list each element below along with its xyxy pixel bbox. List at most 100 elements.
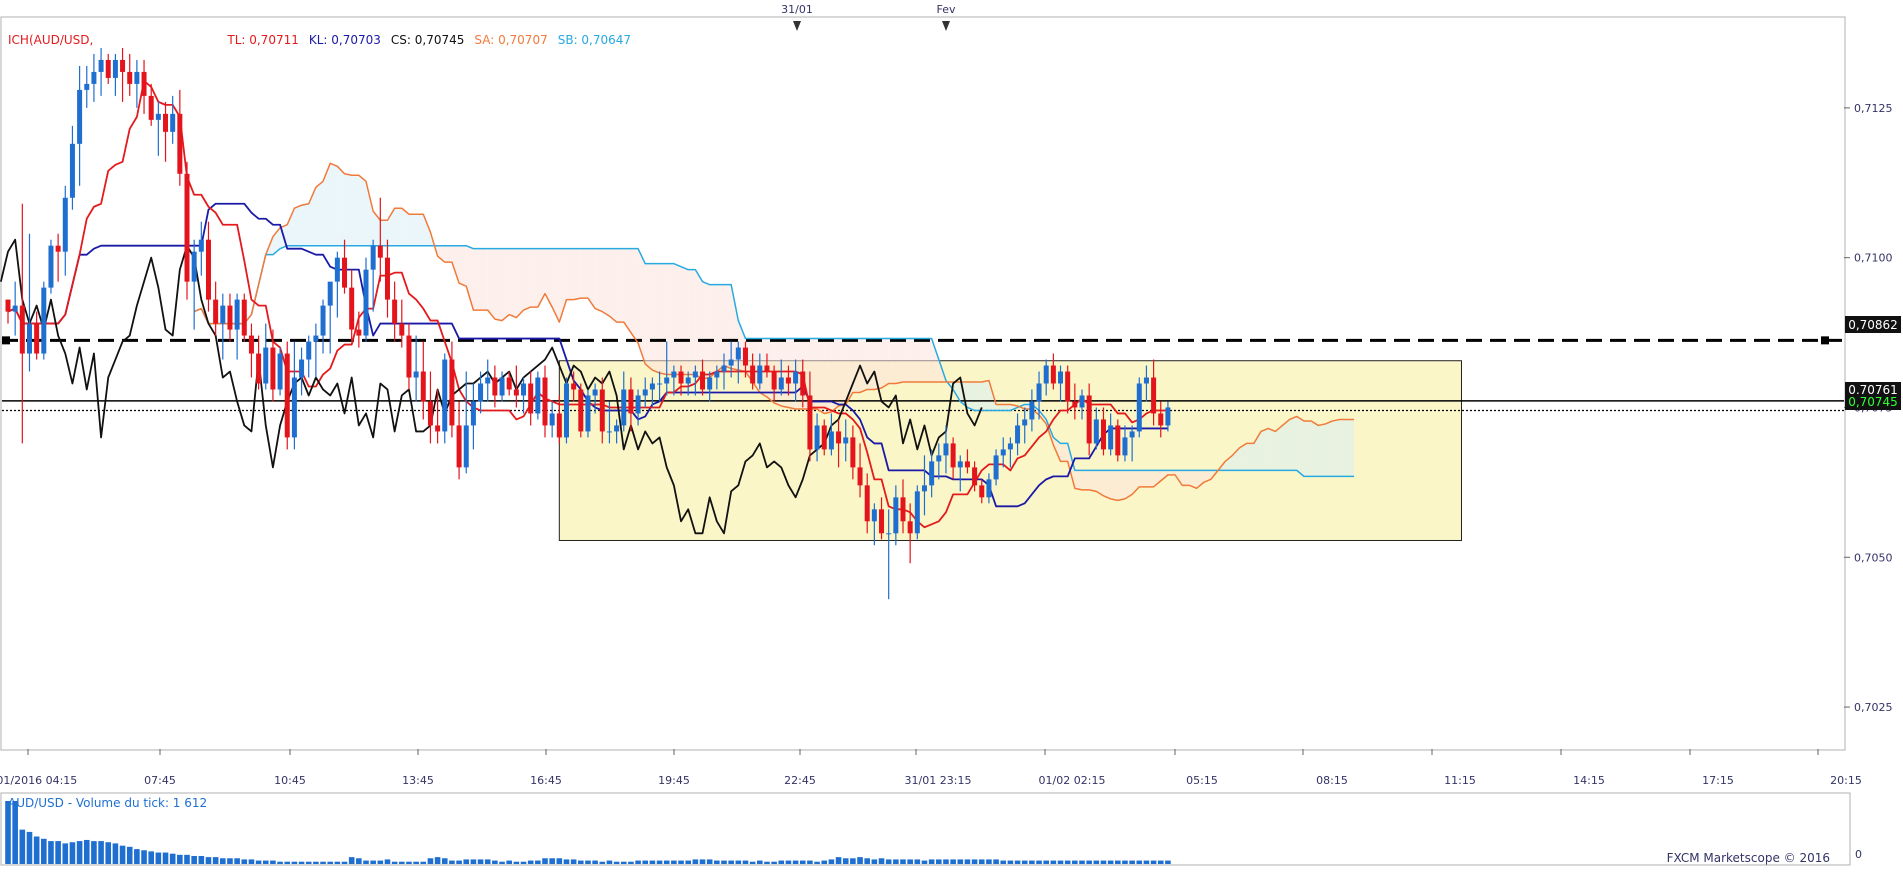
legend-kl: KL: 0,70703 xyxy=(309,33,381,47)
volume-bar xyxy=(19,829,26,864)
kumo-cloud-segment xyxy=(1110,470,1118,501)
kumo-cloud-segment xyxy=(1346,419,1355,477)
candle-body xyxy=(170,113,176,132)
kumo-cloud-segment xyxy=(1296,416,1304,477)
volume-bar xyxy=(76,841,83,864)
candle-body xyxy=(220,305,226,324)
kumo-cloud-segment xyxy=(874,338,882,390)
kumo-cloud-segment xyxy=(681,266,689,375)
x-tick-label: 08:15 xyxy=(1316,774,1348,787)
candle-body xyxy=(800,371,806,396)
volume-bar xyxy=(1079,860,1085,864)
kumo-cloud-segment xyxy=(509,248,517,318)
y-tick-label: 0,7100 xyxy=(1854,252,1893,265)
volume-bar xyxy=(506,860,512,864)
candle-body xyxy=(1029,401,1035,420)
volume-bar xyxy=(613,861,620,864)
volume-bar xyxy=(520,861,527,864)
candle-body xyxy=(191,251,197,282)
candle-body xyxy=(98,59,104,72)
kumo-cloud-segment xyxy=(1103,470,1111,499)
legend-sb: SB: 0,70647 xyxy=(558,33,631,47)
candle-body xyxy=(320,305,326,336)
kumo-cloud-segment xyxy=(996,404,1004,411)
candle-body xyxy=(742,347,748,366)
volume-bar xyxy=(1000,860,1007,864)
volume-bar xyxy=(549,858,555,864)
candle-body xyxy=(1151,377,1157,414)
candle-body xyxy=(356,329,362,336)
volume-bar xyxy=(1072,860,1078,864)
kumo-cloud-segment xyxy=(645,263,653,371)
volume-bar xyxy=(399,861,405,864)
candle-body xyxy=(1065,371,1071,402)
candle-body xyxy=(363,269,369,336)
volume-bar xyxy=(456,860,462,864)
volume-bar xyxy=(370,860,376,864)
candle-body xyxy=(599,389,605,432)
kumo-cloud-segment xyxy=(516,248,524,318)
volume-bar xyxy=(155,852,162,864)
kumo-cloud-segment xyxy=(566,248,574,300)
volume-bar xyxy=(921,860,928,864)
volume-bar xyxy=(62,843,69,864)
volume-bar xyxy=(1107,860,1114,864)
x-tick-label: 17:15 xyxy=(1702,774,1734,787)
candle-body xyxy=(957,461,963,468)
kumo-cloud-segment xyxy=(688,269,696,375)
candle-body xyxy=(463,425,469,468)
candle-body xyxy=(606,431,612,433)
volume-bar xyxy=(348,857,355,864)
volume-bar xyxy=(1150,860,1157,864)
volume-bar xyxy=(527,860,534,864)
volume-bar xyxy=(1100,860,1107,864)
candle-body xyxy=(814,425,820,450)
kumo-cloud-segment xyxy=(487,248,495,320)
candle-body xyxy=(284,353,290,438)
candle-body xyxy=(700,371,706,390)
x-tick-label: 14:15 xyxy=(1573,774,1605,787)
volume-bar xyxy=(964,859,971,864)
candle-body xyxy=(177,113,183,174)
kumo-cloud-segment xyxy=(1311,420,1319,477)
kumo-cloud-segment xyxy=(888,338,896,384)
volume-bar xyxy=(241,859,248,864)
volume-bar xyxy=(792,860,799,864)
candle-body xyxy=(979,485,985,498)
volume-bar xyxy=(749,861,756,864)
volume-bar xyxy=(885,859,892,864)
volume-bar xyxy=(162,852,169,864)
volume-bar xyxy=(277,861,283,864)
candle-body xyxy=(592,389,598,396)
volume-bar xyxy=(542,858,548,864)
volume-bar xyxy=(1129,860,1135,864)
candle-body xyxy=(635,395,641,414)
kumo-cloud-segment xyxy=(473,248,481,311)
volume-bar xyxy=(1093,860,1100,864)
volume-bar xyxy=(441,858,448,864)
kumo-cloud-segment xyxy=(716,284,724,372)
x-tick-label: 16:45 xyxy=(530,774,562,787)
candle-body xyxy=(807,395,813,450)
volume-bar xyxy=(635,860,641,864)
kumo-cloud-segment xyxy=(1261,428,1269,471)
kumo-cloud-segment xyxy=(1268,428,1276,471)
volume-axis-zero: 0 xyxy=(1855,848,1862,861)
candle-body xyxy=(155,113,161,120)
candle-body xyxy=(19,305,25,354)
candle-body xyxy=(585,395,591,432)
candle-body xyxy=(198,239,204,252)
x-tick-label: 01/02 02:15 xyxy=(1039,774,1106,787)
candle-body xyxy=(1158,413,1164,426)
volume-bar xyxy=(255,860,262,864)
kumo-cloud-segment xyxy=(459,245,467,287)
volume-bar xyxy=(341,861,348,864)
kumo-cloud-segment xyxy=(967,382,975,411)
volume-bar xyxy=(642,860,649,864)
x-tick-label: 10:45 xyxy=(274,774,306,787)
candle-body xyxy=(728,359,734,366)
candle-body xyxy=(5,299,11,312)
candle-body xyxy=(227,305,233,330)
volume-bar xyxy=(671,860,677,864)
volume-bar xyxy=(578,860,584,864)
